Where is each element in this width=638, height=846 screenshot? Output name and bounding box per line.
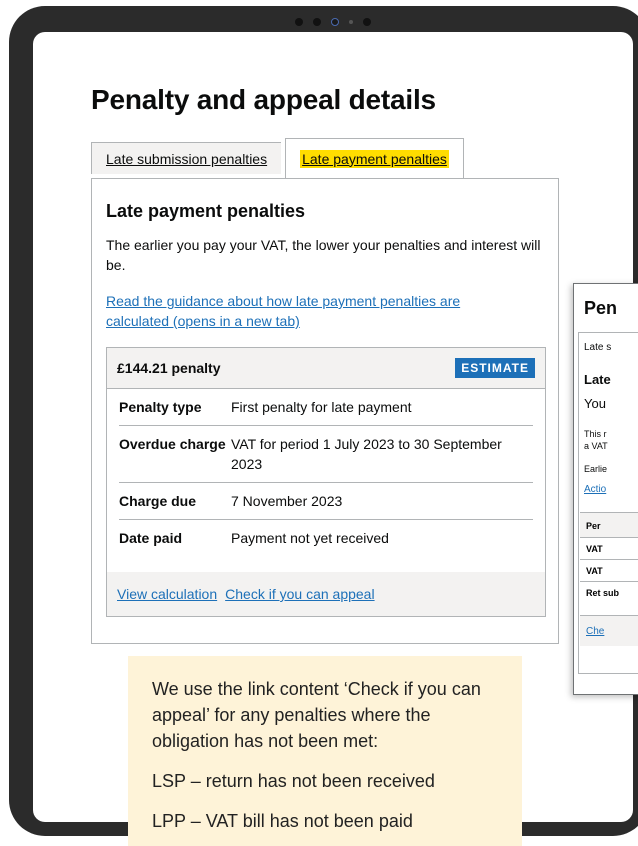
card-actions: View calculation Check if you can appeal — [107, 572, 545, 616]
summary-row-charge-due: Charge due 7 November 2023 — [119, 483, 533, 520]
tab-list: Late submission penalties Late payment p… — [91, 138, 464, 178]
penalty-amount: £144.21 penalty — [117, 360, 221, 376]
sensor-dot — [349, 20, 353, 24]
tab-label-late-payment: Late payment penalties — [300, 149, 449, 168]
preview-footer-link[interactable]: Che — [580, 616, 638, 646]
note-line: We use the link content ‘Check if you ca… — [152, 679, 481, 751]
note-line: LPP – VAT bill has not been paid — [152, 811, 413, 831]
summary-row-date-paid: Date paid Payment not yet received — [119, 520, 533, 556]
summary-value: Payment not yet received — [231, 530, 389, 546]
summary-value: 7 November 2023 — [231, 493, 343, 509]
preview-small-line: This r — [584, 429, 607, 439]
summary-key: Charge due — [119, 493, 197, 509]
preview-table-row: VAT — [580, 560, 638, 582]
summary-row-penalty-type: Penalty type First penalty for late paym… — [119, 389, 533, 426]
tab-late-submission-penalties[interactable]: Late submission penalties — [91, 142, 282, 174]
camera-dot — [295, 18, 303, 26]
summary-row-overdue-charge: Overdue charge VAT for period 1 July 202… — [119, 426, 533, 483]
preview-table-header: Per — [580, 512, 638, 538]
estimate-badge: ESTIMATE — [455, 358, 535, 378]
preview-table-row: Ret sub — [580, 582, 638, 616]
camera-lens-icon — [331, 18, 339, 26]
check-appeal-link[interactable]: Check if you can appeal — [225, 586, 374, 602]
annotation-note: We use the link content ‘Check if you ca… — [128, 656, 522, 846]
camera-dot — [363, 18, 371, 26]
preview-subheading: Late — [584, 372, 611, 387]
note-line: LSP – return has not been received — [152, 771, 435, 791]
preview-text: You — [584, 396, 606, 411]
camera-dot — [313, 18, 321, 26]
preview-table-row: VAT — [580, 538, 638, 560]
guidance-link[interactable]: Read the guidance about how late payment… — [106, 291, 526, 331]
page-title: Penalty and appeal details — [91, 84, 436, 115]
summary-key: Penalty type — [119, 399, 202, 415]
summary-key: Date paid — [119, 530, 183, 546]
summary-list: Penalty type First penalty for late paym… — [107, 389, 545, 556]
preview-small-line: a VAT — [584, 441, 608, 451]
intro-text: The earlier you pay your VAT, the lower … — [106, 237, 541, 273]
secondary-screen-preview: Pen Late s Late You This r a VAT Earlie … — [573, 283, 638, 695]
summary-value: VAT for period 1 July 2023 to 30 Septemb… — [231, 436, 502, 472]
tab-late-payment-penalties[interactable]: Late payment penalties — [285, 138, 464, 178]
preview-title: Pen — [584, 298, 618, 318]
preview-table: Per VAT VAT Ret sub Che — [580, 512, 638, 646]
preview-small-text-2: Earlie — [584, 464, 608, 474]
penalty-summary-card: £144.21 penalty ESTIMATE Penalty type Fi… — [106, 347, 546, 617]
view-calculation-link[interactable]: View calculation — [117, 586, 217, 602]
preview-tab: Late s — [584, 342, 612, 353]
summary-value: First penalty for late payment — [231, 399, 412, 415]
preview-link[interactable]: Actio — [584, 484, 606, 495]
summary-key: Overdue charge — [119, 436, 226, 452]
camera-bar — [295, 18, 371, 26]
panel-heading: Late payment penalties — [106, 201, 306, 221]
preview-small-text: This r a VAT — [584, 428, 608, 452]
card-header: £144.21 penalty ESTIMATE — [107, 348, 545, 389]
tab-panel: Late payment penalties The earlier you p… — [91, 178, 559, 644]
